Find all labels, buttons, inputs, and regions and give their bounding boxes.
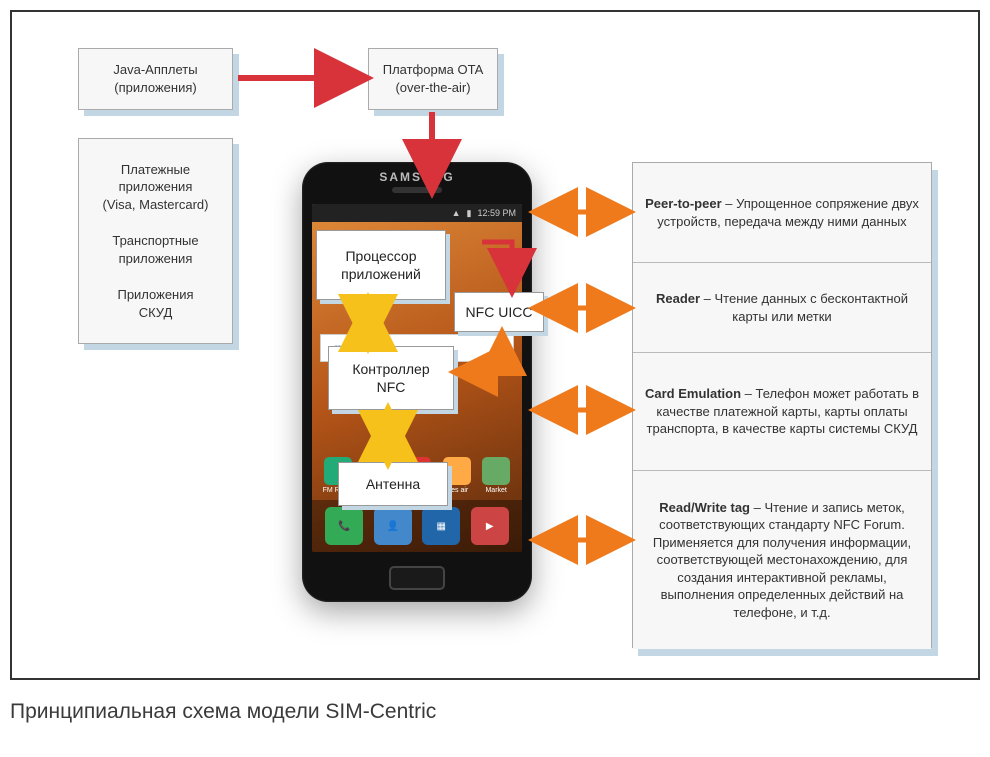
arrow-proc-to-uicc (482, 242, 512, 288)
arrow-controller-uicc (458, 336, 502, 372)
arrows-layer (12, 12, 982, 682)
diagram-caption: Принципиальная схема модели SIM-Centric (10, 700, 436, 724)
diagram-frame: Java-Апплеты (приложения) Платежные прил… (10, 10, 980, 680)
